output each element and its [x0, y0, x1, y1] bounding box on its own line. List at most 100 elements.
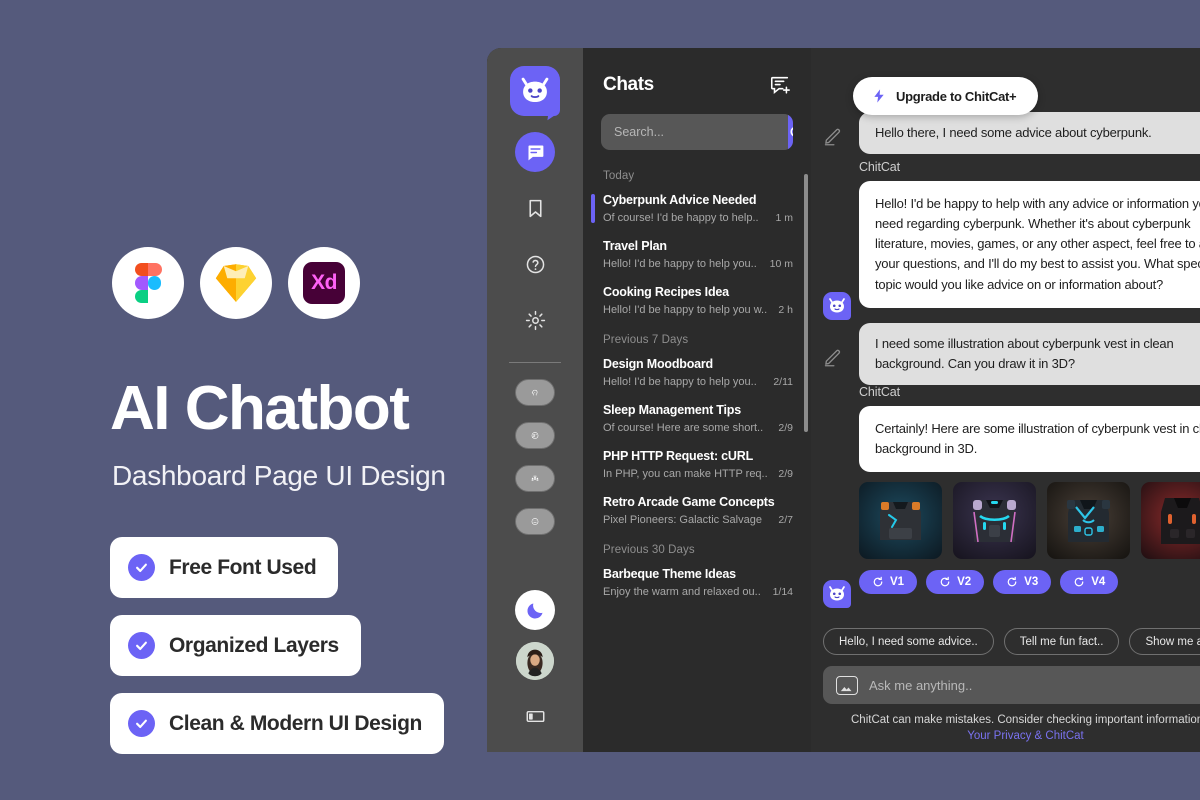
chat-item-title: Sleep Management Tips	[603, 403, 741, 417]
gallery-thumbnail[interactable]	[953, 482, 1036, 560]
chat-item-snippet: Pixel Pioneers: Galactic Salvage	[603, 514, 762, 526]
upgrade-button[interactable]: Upgrade to ChitCat+	[853, 77, 1039, 115]
privacy-link[interactable]: Your Privacy & ChitCat	[967, 730, 1084, 742]
check-circle-icon	[128, 710, 155, 737]
sidebar-item-voice-assistant[interactable]	[515, 379, 555, 406]
chat-item-snippet: In PHP, you can make HTTP req..	[603, 468, 768, 480]
message-bot: ChitCat Certainly! Here are some illustr…	[823, 385, 1200, 608]
chat-item-snippet: Of course! Here are some short..	[603, 422, 764, 434]
chat-item-snippet: Hello! I'd be happy to help you..	[603, 258, 757, 270]
tool-logos: Xd	[112, 247, 360, 319]
chat-item-snippet: Hello! I'd be happy to help you..	[603, 376, 757, 388]
user-avatar[interactable]	[516, 642, 554, 680]
suggestion-chip[interactable]: Show me a code snippet..	[1129, 628, 1200, 655]
chat-item-snippet: Of course! I'd be happy to help..	[603, 212, 759, 224]
feature-badge: Free Font Used	[110, 537, 339, 598]
search-button[interactable]	[788, 114, 793, 150]
sidebar-item-help[interactable]	[515, 244, 555, 284]
chat-list-item[interactable]: Barbeque Theme Ideas Enjoy the warm and …	[583, 560, 811, 606]
version-label: V3	[1024, 576, 1039, 589]
gallery-thumbnail[interactable]	[1141, 482, 1200, 560]
sidebar-item-settings[interactable]	[515, 300, 555, 340]
chat-item-time: 10 m	[769, 258, 793, 270]
chat-group-label: Today	[603, 170, 635, 182]
chat-list-panel: Chats Today Cyberpunk Advice Needed Of c…	[583, 48, 811, 752]
sidebar-item-bookmarks[interactable]	[515, 188, 555, 228]
refresh-icon	[940, 576, 950, 587]
edit-icon[interactable]	[823, 126, 847, 151]
edit-icon[interactable]	[823, 347, 847, 372]
message-bubble-bot: Hello! I'd be happy to help with any adv…	[859, 181, 1200, 308]
chat-item-snippet: Hello! I'd be happy to help you w..	[603, 304, 768, 316]
message-bot: ChitCat Hello! I'd be happy to help with…	[823, 160, 1200, 320]
bot-avatar-icon	[823, 292, 851, 320]
chat-list-item[interactable]: Cyberpunk Advice Needed Of course! I'd b…	[583, 186, 811, 232]
regenerate-version-button[interactable]: V3	[993, 570, 1052, 595]
suggestion-chip[interactable]: Tell me fun fact..	[1003, 628, 1120, 655]
gallery-thumbnail[interactable]	[1047, 482, 1130, 560]
feature-badge: Organized Layers	[110, 615, 361, 676]
search-input[interactable]	[601, 114, 788, 150]
version-label: V2	[957, 576, 972, 589]
feature-badge-label: Organized Layers	[169, 633, 339, 657]
feature-badge: Clean & Modern UI Design	[110, 693, 444, 754]
chat-list-item[interactable]: Retro Arcade Game Concepts Pixel Pioneer…	[583, 488, 811, 534]
screenshot-root: Xd AI Chatbot Dashboard Page UI Design F…	[0, 0, 1200, 800]
version-label: V4	[1091, 576, 1106, 589]
feature-badge-list: Free Font Used Organized Layers Clean & …	[110, 537, 444, 754]
suggestion-chip[interactable]: Hello, I need some advice..	[823, 628, 994, 655]
regenerate-version-button[interactable]: V2	[926, 570, 985, 595]
gallery-thumbnail[interactable]	[859, 482, 942, 560]
regenerate-version-button[interactable]: V1	[859, 570, 918, 595]
chat-item-time: 2/9	[778, 468, 793, 480]
message-bubble-user: I need some illustration about cyberpunk…	[859, 323, 1200, 386]
message-sender-name: ChitCat	[859, 385, 900, 399]
chat-list-item[interactable]: Travel Plan Hello! I'd be happy to help …	[583, 232, 811, 278]
message-sender-name: ChitCat	[859, 160, 900, 174]
sketch-logo-icon	[200, 247, 272, 319]
sidebar-item-emoji[interactable]	[515, 508, 555, 535]
sidebar-toggle-icon[interactable]	[515, 696, 555, 736]
message-input[interactable]	[869, 677, 1200, 693]
image-attach-icon[interactable]	[836, 675, 858, 695]
adobe-xd-logo-icon: Xd	[288, 247, 360, 319]
chat-list-item[interactable]: Sleep Management Tips Of course! Here ar…	[583, 396, 811, 442]
sidebar-item-chats[interactable]	[515, 132, 555, 172]
chat-list-item[interactable]: Cooking Recipes Idea Hello! I'd be happy…	[583, 278, 811, 324]
chat-list-scrollbar[interactable]	[804, 174, 808, 432]
message-user: I need some illustration about cyberpunk…	[823, 323, 1200, 386]
message-user: Hello there, I need some advice about cy…	[823, 112, 1200, 155]
chat-item-title: Travel Plan	[603, 239, 667, 253]
new-chat-icon[interactable]	[769, 74, 791, 96]
composer: Hello, I need some advice.. Tell me fun …	[811, 628, 1200, 752]
feature-badge-label: Clean & Modern UI Design	[169, 711, 422, 735]
chat-item-time: 1 m	[775, 212, 793, 224]
refresh-icon	[1007, 576, 1017, 587]
disclaimer: ChitCat can make mistakes. Consider chec…	[811, 714, 1200, 744]
suggestion-chips: Hello, I need some advice.. Tell me fun …	[811, 628, 1200, 655]
search-bar	[601, 114, 793, 150]
upgrade-button-label: Upgrade to ChitCat+	[896, 88, 1017, 104]
sidebar-item-community[interactable]	[515, 465, 555, 492]
chat-list-item[interactable]: Design Moodboard Hello! I'd be happy to …	[583, 350, 811, 396]
message-thread[interactable]: Hello there, I need some advice about cy…	[811, 48, 1200, 632]
page-title: AI Chatbot	[110, 374, 410, 443]
image-gallery	[859, 482, 1200, 560]
chat-item-time: 2/7	[778, 514, 793, 526]
chitcat-logo-icon[interactable]	[510, 66, 560, 116]
sidebar-item-image-assistant[interactable]	[515, 422, 555, 449]
message-bubble-user: Hello there, I need some advice about cy…	[859, 112, 1200, 155]
theme-toggle-moon-icon[interactable]	[515, 590, 555, 630]
promo-panel: Xd AI Chatbot Dashboard Page UI Design F…	[0, 0, 487, 800]
chat-item-title: Retro Arcade Game Concepts	[603, 495, 775, 509]
adobe-xd-label: Xd	[303, 262, 345, 304]
icon-rail	[487, 48, 583, 752]
chat-item-title: Cooking Recipes Idea	[603, 285, 729, 299]
chat-list-item[interactable]: PHP HTTP Request: cURL In PHP, you can m…	[583, 442, 811, 488]
lightning-icon	[874, 89, 884, 103]
chat-list-header: Chats	[583, 48, 811, 96]
regenerate-version-button[interactable]: V4	[1060, 570, 1119, 595]
chat-item-snippet: Enjoy the warm and relaxed ou..	[603, 586, 761, 598]
refresh-icon	[873, 576, 883, 587]
chat-list-scroll[interactable]: Today Cyberpunk Advice Needed Of course!…	[583, 160, 811, 752]
